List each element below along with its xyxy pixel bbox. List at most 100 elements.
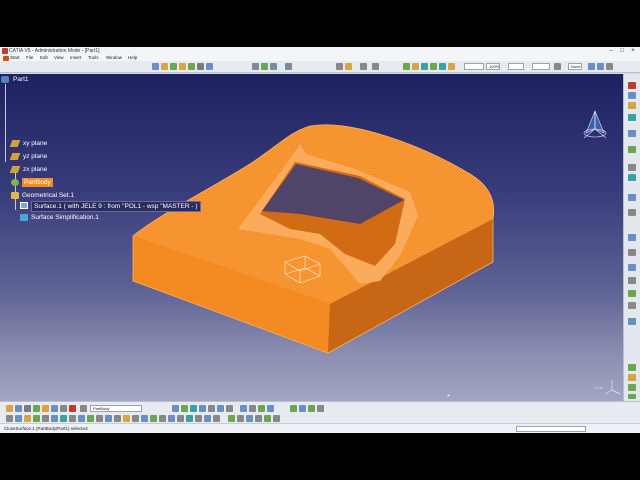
tool-icon[interactable] xyxy=(226,405,233,412)
tool-icon[interactable] xyxy=(240,405,247,412)
tool-icon[interactable] xyxy=(628,290,636,297)
tool-icon[interactable] xyxy=(264,415,271,422)
tool-icon[interactable] xyxy=(308,405,315,412)
tool-icon[interactable] xyxy=(261,63,268,70)
tool-icon[interactable] xyxy=(628,318,636,325)
tool-icon[interactable] xyxy=(114,415,121,422)
tool-icon[interactable] xyxy=(252,63,259,70)
tool-icon[interactable] xyxy=(168,415,175,422)
tool-icon[interactable] xyxy=(60,415,67,422)
tool-icon[interactable] xyxy=(606,63,613,70)
3d-viewport[interactable]: ⌖ 1:03 Part1 xy plane yz plane zx plane … xyxy=(0,74,623,401)
tool-icon[interactable] xyxy=(33,405,40,412)
tool-icon[interactable] xyxy=(628,384,636,391)
command-input[interactable] xyxy=(516,426,586,432)
tool-icon[interactable] xyxy=(249,405,256,412)
tool-icon[interactable] xyxy=(372,63,379,70)
tree-geometrical-set[interactable]: Geometrical Set.1 xyxy=(22,191,74,200)
tool-icon[interactable] xyxy=(403,63,410,70)
render-select[interactable]: None xyxy=(568,63,582,70)
tool-icon[interactable] xyxy=(78,415,85,422)
tool-icon[interactable] xyxy=(24,415,31,422)
tool-icon[interactable] xyxy=(412,63,419,70)
tool-icon[interactable] xyxy=(336,63,343,70)
tool-icon[interactable] xyxy=(628,394,636,399)
tool-icon[interactable] xyxy=(51,405,58,412)
tool-icon[interactable] xyxy=(24,405,31,412)
tool-icon[interactable] xyxy=(628,102,636,109)
tool-icon[interactable] xyxy=(96,415,103,422)
tool-icon[interactable] xyxy=(628,164,636,171)
line-type-select[interactable] xyxy=(464,63,484,70)
tool-icon[interactable] xyxy=(628,92,636,99)
tree-partbody[interactable]: PartBody xyxy=(22,178,53,187)
tool-icon[interactable] xyxy=(172,405,179,412)
tool-icon[interactable] xyxy=(628,249,636,256)
tool-icon[interactable] xyxy=(228,415,235,422)
tool-icon[interactable] xyxy=(448,63,455,70)
tree-surface1[interactable]: Surface.1 ( with JELE 9 : from "POL1 - w… xyxy=(31,201,201,212)
tool-icon[interactable] xyxy=(628,194,636,201)
tool-icon[interactable] xyxy=(6,415,13,422)
tool-icon[interactable] xyxy=(290,405,297,412)
compass-icon[interactable] xyxy=(582,109,608,143)
tool-icon[interactable] xyxy=(69,415,76,422)
tool-icon[interactable] xyxy=(258,405,265,412)
tree-yz-plane[interactable]: yz plane xyxy=(23,152,47,161)
tool-icon[interactable] xyxy=(273,415,280,422)
tool-icon[interactable] xyxy=(628,374,636,381)
zoom-select[interactable]: 100% xyxy=(486,63,500,70)
tool-icon[interactable] xyxy=(197,63,204,70)
tool-icon[interactable] xyxy=(628,82,636,89)
tool-icon[interactable] xyxy=(246,415,253,422)
tree-zx-plane[interactable]: zx plane xyxy=(23,165,47,174)
tool-icon[interactable] xyxy=(179,63,186,70)
tool-icon[interactable] xyxy=(15,415,22,422)
tool-icon[interactable] xyxy=(628,130,636,137)
tool-icon[interactable] xyxy=(217,405,224,412)
tree-surface-simplification[interactable]: Surface Simplification.1 xyxy=(31,213,99,222)
tool-icon[interactable] xyxy=(360,63,367,70)
tool-icon[interactable] xyxy=(270,63,277,70)
tool-icon[interactable] xyxy=(105,415,112,422)
tool-icon[interactable] xyxy=(628,114,636,121)
tool-icon[interactable] xyxy=(345,63,352,70)
tool-icon[interactable] xyxy=(69,405,76,412)
tool-icon[interactable] xyxy=(597,63,604,70)
tool-icon[interactable] xyxy=(188,63,195,70)
line-weight-select[interactable] xyxy=(508,63,524,70)
tool-icon[interactable] xyxy=(123,415,130,422)
tool-icon[interactable] xyxy=(628,234,636,241)
close-button[interactable]: × xyxy=(628,47,638,55)
tool-icon[interactable] xyxy=(42,415,49,422)
tool-icon[interactable] xyxy=(208,405,215,412)
tool-icon[interactable] xyxy=(190,405,197,412)
tool-icon[interactable] xyxy=(199,405,206,412)
tool-icon[interactable] xyxy=(285,63,292,70)
tool-icon[interactable] xyxy=(150,415,157,422)
tool-icon[interactable] xyxy=(195,415,202,422)
tool-icon[interactable] xyxy=(628,302,636,309)
tool-icon[interactable] xyxy=(152,63,159,70)
tool-icon[interactable] xyxy=(60,405,67,412)
tool-icon[interactable] xyxy=(132,415,139,422)
tool-icon[interactable] xyxy=(430,63,437,70)
tool-icon[interactable] xyxy=(6,405,13,412)
tool-icon[interactable] xyxy=(159,415,166,422)
tool-icon[interactable] xyxy=(51,415,58,422)
tool-icon[interactable] xyxy=(161,63,168,70)
body-select[interactable]: PartBody xyxy=(90,405,142,412)
tool-icon[interactable] xyxy=(213,415,220,422)
tool-icon[interactable] xyxy=(628,209,636,216)
tree-xy-plane[interactable]: xy plane xyxy=(23,139,47,148)
tool-icon[interactable] xyxy=(15,405,22,412)
tool-icon[interactable] xyxy=(177,415,184,422)
tool-icon[interactable] xyxy=(628,364,636,371)
tool-icon[interactable] xyxy=(87,415,94,422)
tool-icon[interactable] xyxy=(267,405,274,412)
tool-icon[interactable] xyxy=(42,405,49,412)
tool-icon[interactable] xyxy=(141,415,148,422)
minimize-button[interactable]: – xyxy=(606,47,616,55)
tool-icon[interactable] xyxy=(628,264,636,271)
tool-icon[interactable] xyxy=(439,63,446,70)
